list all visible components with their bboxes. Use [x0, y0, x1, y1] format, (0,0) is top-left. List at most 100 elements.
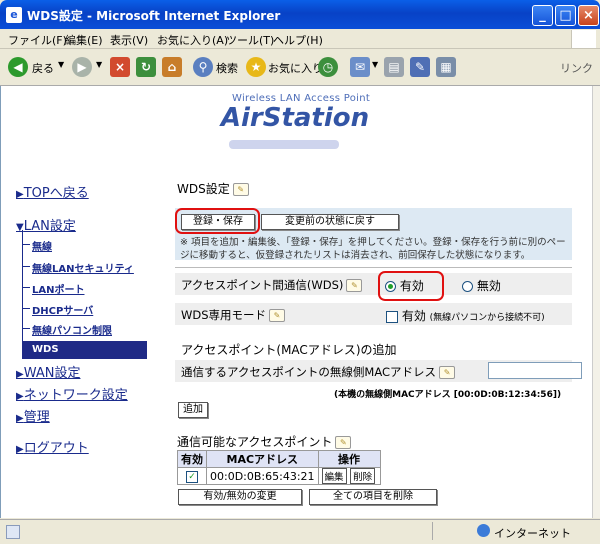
back-dropdown-icon[interactable]: ▼	[58, 60, 64, 69]
mac-address-input[interactable]	[488, 362, 582, 379]
nav-logout-link[interactable]: ▶ログアウト	[16, 437, 89, 456]
col-actions: 操作	[317, 450, 381, 468]
edit-icon[interactable]: ✎	[410, 57, 430, 77]
mac-input-label: 通信するアクセスポイントの無線側MACアドレス ✎	[181, 364, 456, 380]
row-enabled-cell: ✓	[177, 467, 207, 485]
nav-dhcp-link[interactable]: DHCPサーバ	[32, 302, 93, 317]
security-zone: インターネット	[494, 527, 571, 540]
nav-mac-filter-link[interactable]: 無線パソコン制限	[32, 322, 112, 337]
enable-highlight	[378, 271, 444, 301]
status-divider	[432, 522, 433, 540]
checkbox-checked-icon[interactable]: ✓	[186, 470, 198, 483]
nav-tree-tick	[22, 266, 30, 267]
minimize-button[interactable]: _	[532, 5, 553, 26]
help-pencil-icon[interactable]: ✎	[232, 183, 249, 196]
search-button[interactable]: 検索	[216, 60, 238, 76]
model-name-redacted	[229, 140, 339, 149]
stop-icon[interactable]: ×	[110, 57, 130, 77]
table-header-row: 有効 MACアドレス 操作	[177, 450, 381, 468]
col-mac: MACアドレス	[206, 450, 319, 468]
nav-tree-tick	[22, 308, 30, 309]
status-bar: インターネット	[0, 519, 600, 544]
refresh-icon[interactable]: ↻	[136, 57, 156, 77]
save-highlight	[175, 208, 260, 234]
page-scrollbar[interactable]	[592, 86, 600, 518]
divider	[175, 267, 572, 268]
forward-arrow-icon[interactable]: ▶	[72, 57, 92, 77]
home-icon[interactable]: ⌂	[162, 57, 182, 77]
history-icon[interactable]: ◷	[318, 57, 338, 77]
wds-label: アクセスポイント間通信(WDS) ✎	[181, 277, 363, 293]
col-enabled: 有効	[177, 450, 207, 468]
airstation-logo: AirStation	[220, 103, 370, 133]
nav-network-link[interactable]: ▶ネットワーク設定	[16, 384, 128, 403]
menu-bar: ファイル(F) 編集(E) 表示(V) お気に入り(A) ツール(T) ヘルプ(…	[0, 29, 600, 49]
note-line-1: ※ 項目を追加・編集後、「登録・保存」を押してください。登録・保存を行う前に別の…	[180, 237, 566, 248]
toggle-enable-button[interactable]: 有効/無効の変更	[178, 489, 302, 505]
triangle-right-icon: ▶	[16, 444, 24, 455]
globe-icon	[477, 524, 490, 537]
back-arrow-icon[interactable]: ◀	[8, 57, 28, 77]
row-mac-cell: 00:0D:0B:65:43:21	[206, 467, 319, 485]
radio-off-icon[interactable]	[462, 281, 473, 292]
table-row: ✓ 00:0D:0B:65:43:21 編集 削除	[177, 467, 381, 485]
ap-table: 有効 MACアドレス 操作 ✓ 00:0D:0B:65:43:21 編集 削除	[177, 450, 381, 485]
menu-tools[interactable]: ツール(T)	[226, 32, 274, 48]
search-icon[interactable]: ⚲	[193, 57, 213, 77]
add-section-title: アクセスポイント(MACアドレス)の追加	[181, 343, 397, 357]
help-pencil-icon[interactable]: ✎	[335, 436, 352, 449]
back-button[interactable]: 戻る	[32, 60, 54, 76]
nav-tree-line	[22, 230, 23, 354]
page-icon	[6, 525, 20, 539]
note-line-2: ジに移動すると、仮登録されたリストは消去され、前回保存した状態になります。	[180, 250, 531, 261]
triangle-right-icon: ▶	[16, 413, 24, 424]
nav-wds-selected[interactable]: WDS	[22, 341, 147, 359]
revert-button[interactable]: 変更前の状態に戻す	[261, 214, 399, 230]
nav-lan-link[interactable]: ▼LAN設定	[16, 215, 76, 234]
close-button[interactable]: ×	[578, 5, 599, 26]
print-icon[interactable]: ▤	[384, 57, 404, 77]
mail-dropdown-icon[interactable]: ▼	[372, 60, 378, 69]
add-button[interactable]: 追加	[178, 402, 208, 418]
list-title: 通信可能なアクセスポイント ✎	[177, 433, 352, 450]
nav-wireless-security-link[interactable]: 無線LANセキュリティ	[32, 260, 134, 275]
nav-wan-link[interactable]: ▶WAN設定	[16, 362, 80, 381]
dedicated-checkbox[interactable]: 有効 (無線パソコンから接続不可)	[386, 307, 545, 324]
menu-view[interactable]: 表示(V)	[110, 32, 148, 48]
triangle-right-icon: ▶	[16, 189, 24, 200]
maximize-button[interactable]: □	[555, 5, 576, 26]
help-pencil-icon[interactable]: ✎	[269, 309, 286, 322]
delete-button[interactable]: 削除	[350, 468, 376, 484]
help-pencil-icon[interactable]: ✎	[439, 366, 456, 379]
ie-icon: e	[6, 7, 22, 23]
menu-favorites[interactable]: お気に入り(A)	[157, 32, 228, 48]
nav-top-link[interactable]: ▶TOPへ戻る	[16, 182, 89, 201]
delete-all-button[interactable]: 全ての項目を削除	[309, 489, 437, 505]
discuss-icon[interactable]: ▦	[436, 57, 456, 77]
windows-logo-icon	[571, 30, 596, 48]
favorites-star-icon[interactable]: ★	[246, 57, 266, 77]
help-pencil-icon[interactable]: ✎	[346, 279, 363, 292]
links-button[interactable]: リンク	[560, 60, 593, 76]
menu-file[interactable]: ファイル(F)	[8, 32, 67, 48]
menu-edit[interactable]: 編集(E)	[65, 32, 103, 48]
edit-button[interactable]: 編集	[321, 468, 347, 484]
nav-admin-link[interactable]: ▶管理	[16, 406, 50, 425]
nav-tree-tick	[22, 328, 30, 329]
dedicated-label: WDS専用モード ✎	[181, 307, 286, 323]
menu-help[interactable]: ヘルプ(H)	[273, 32, 323, 48]
wds-disable-radio[interactable]: 無効	[462, 277, 501, 294]
checkbox-empty-icon[interactable]	[386, 310, 398, 323]
nav-wireless-link[interactable]: 無線	[32, 238, 52, 253]
own-mac-note: (本機の無線側MACアドレス [00:0D:0B:12:34:56])	[334, 390, 562, 400]
forward-dropdown-icon[interactable]: ▼	[96, 60, 102, 69]
toolbar: ◀ 戻る ▼ ▶ ▼ × ↻ ⌂ ⚲ 検索 ★ お気に入り ◷ ✉ ▼ ▤ ✎ …	[0, 49, 600, 86]
nav-tree-tick	[22, 244, 30, 245]
mail-icon[interactable]: ✉	[350, 57, 370, 77]
page-title: WDS設定 ✎	[177, 180, 249, 197]
row-actions-cell: 編集 削除	[317, 467, 381, 485]
favorites-button[interactable]: お気に入り	[268, 60, 323, 76]
nav-lan-port-link[interactable]: LANポート	[32, 281, 84, 296]
window-title: WDS設定 - Microsoft Internet Explorer	[27, 9, 281, 23]
nav-tree-tick	[22, 287, 30, 288]
